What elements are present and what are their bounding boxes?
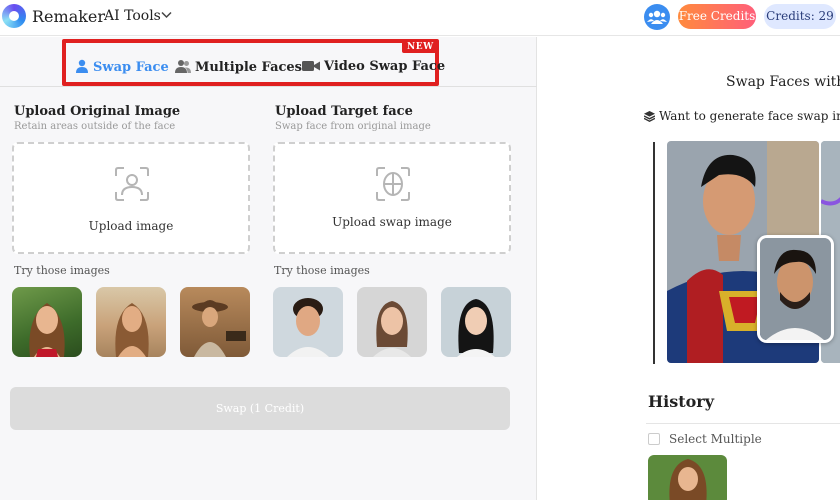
tab-label: Swap Face (93, 60, 169, 75)
layers-icon (643, 111, 656, 122)
tab-swap-face[interactable]: Swap Face (75, 59, 169, 75)
history-divider (646, 423, 840, 424)
upload-target-title: Upload Target face (275, 104, 413, 119)
tab-label: Video Swap Face (324, 59, 446, 74)
history-heading: History (648, 392, 714, 411)
community-icon[interactable] (644, 4, 670, 30)
promo-link[interactable]: Want to generate face swap images in (643, 109, 840, 123)
mode-tabs: Swap Face Multiple Faces Video Swap Face… (0, 37, 537, 87)
ai-tools-menu[interactable]: AI Tools (104, 8, 161, 24)
tab-multiple-faces[interactable]: Multiple Faces (175, 59, 302, 75)
upload-target-label: Upload swap image (332, 215, 452, 229)
swap-button[interactable]: Swap (1 Credit) (10, 387, 510, 430)
top-bar: Remaker AI Tools Free Credits Credits: 2… (0, 0, 840, 36)
face-scan-icon (115, 167, 149, 201)
video-icon (302, 61, 320, 71)
sample-target-thumb[interactable] (273, 287, 343, 357)
user-icon (76, 59, 88, 73)
sample-original-thumb[interactable] (12, 287, 82, 357)
sample-original-thumb[interactable] (180, 287, 250, 357)
face-target-icon (376, 167, 410, 201)
users-icon (175, 60, 191, 73)
promo-text: Want to generate face swap images in (659, 109, 840, 123)
upload-original-dropzone[interactable]: Upload image (12, 142, 250, 254)
upload-original-subtitle: Retain areas outside of the face (14, 121, 176, 132)
select-multiple-checkbox[interactable] (648, 433, 660, 445)
divider (653, 142, 655, 364)
upload-original-label: Upload image (88, 219, 174, 233)
swap-panel: Swap Face Multiple Faces Video Swap Face… (0, 37, 537, 500)
sample-target-thumb[interactable] (357, 287, 427, 357)
new-badge: NEW (402, 41, 439, 53)
try-images-label: Try those images (274, 264, 370, 277)
upload-original-title: Upload Original Image (14, 104, 181, 119)
upload-target-dropzone[interactable]: Upload swap image (273, 142, 511, 254)
preview-title: Swap Faces with C (726, 74, 840, 90)
target-face-inset (757, 235, 834, 343)
brand-name[interactable]: Remaker (32, 7, 105, 26)
sample-target-thumb[interactable] (441, 287, 511, 357)
sample-original-thumb[interactable] (96, 287, 166, 357)
tab-video-swap-face[interactable]: Video Swap Face (302, 59, 445, 74)
select-multiple-label[interactable]: Select Multiple (669, 432, 762, 446)
preview-panel: Swap Faces with C Want to generate face … (538, 37, 840, 500)
history-thumb[interactable] (648, 455, 727, 500)
try-images-label: Try those images (14, 264, 110, 277)
remaker-logo[interactable] (2, 4, 26, 28)
chevron-down-icon[interactable] (161, 9, 172, 22)
tab-label: Multiple Faces (195, 60, 302, 75)
upload-target-subtitle: Swap face from original image (275, 121, 431, 132)
credits-badge[interactable]: Credits: 29 (764, 4, 836, 29)
free-credits-button[interactable]: Free Credits (678, 4, 756, 29)
